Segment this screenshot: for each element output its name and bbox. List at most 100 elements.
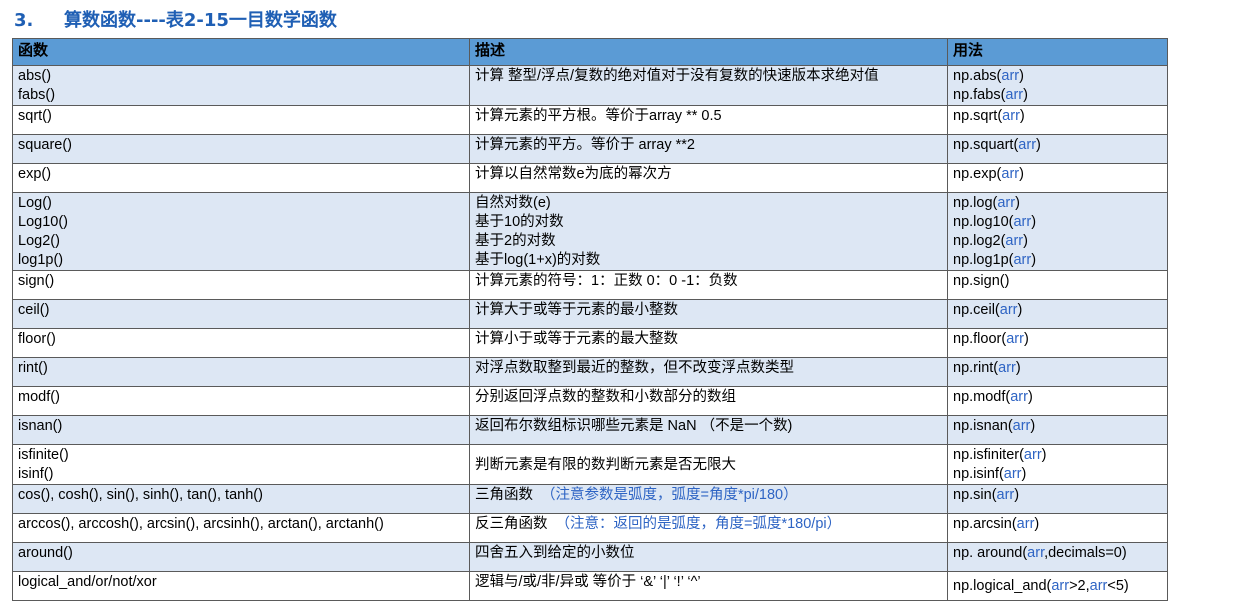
usage-argument: arr (1051, 578, 1070, 594)
description-text: 计算大于或等于元素的最小整数 (475, 302, 678, 318)
usage-argument: arr (1023, 447, 1042, 463)
table-row: modf() 分别返回浮点数的整数和小数部分的数组 np.modf(arr) (12, 386, 1168, 416)
section-title: 算数函数----表2-15一目数学函数 (64, 10, 337, 31)
usage-argument: arr (1001, 68, 1020, 84)
table-row: rint() 对浮点数取整到最近的整数，但不改变浮点数类型 np.rint(arr) (12, 357, 1168, 387)
usage-suffix: ,decimals=0) (1044, 545, 1127, 561)
function-name: fabs() (18, 87, 56, 103)
usage-cell: np.floor(arr) (947, 328, 1168, 358)
usage-suffix: ) (1031, 252, 1037, 268)
usage-suffix: ) (1023, 331, 1029, 347)
usage-prefix: np.isinf( (953, 466, 1004, 482)
usage-suffix: ) (1034, 516, 1040, 532)
usage-code: np.sin(arr) (953, 486, 1162, 505)
function-name: abs() (18, 68, 52, 84)
usage-prefix: np.arcsin( (953, 516, 1017, 532)
description-text: 三角函数 (475, 487, 533, 503)
math-functions-table: 函数 描述 用法 abs() fabs() 计算 整型/浮点/复数的绝对值对于没有复… (12, 38, 1168, 601)
usage-suffix: ) (1019, 68, 1024, 84)
usage-cell: np.sign() (947, 270, 1168, 300)
usage-argument: arr (996, 487, 1015, 503)
table-row: around() 四舍五入到给定的小数位 np. around(arr,decima… (12, 542, 1168, 572)
function-name: isfinite() (18, 447, 69, 463)
description-cell: 计算 整型/浮点/复数的绝对值对于没有复数的快速版本求绝对值 (469, 65, 948, 106)
usage-suffix: ) (1041, 447, 1047, 463)
usage-code: np.logical_and(arr>2, (953, 578, 1090, 594)
function-name: arccos(), arccosh(), arcsin(), arcsinh()… (18, 516, 384, 532)
description-text: 基于10的对数 (475, 214, 564, 230)
usage-code: np.log(arr) (953, 194, 1162, 213)
description-cell: 计算元素的符号：1：正数 0：0 -1：负数 (469, 270, 948, 300)
usage-suffix: ) (1031, 214, 1037, 230)
description-text: 逻辑与/或/非/异或 等价于 ‘&’ ‘|’ ‘!’ ‘^’ (475, 574, 701, 590)
function-name: Log2() (18, 233, 60, 249)
usage-argument: arr (1027, 545, 1045, 561)
table-row: sqrt() 计算元素的平方根。等价于array ** 0.5 np.sqrt(ar… (12, 105, 1168, 135)
description-cell: 计算以自然常数e为底的幂次方 (469, 163, 948, 193)
usage-argument: arr (1012, 418, 1031, 434)
usage-code: np.log2(arr) (953, 232, 1162, 251)
usage-cell: np.abs(arr) np.fabs(arr) (947, 65, 1168, 106)
description-text: 判断元素是有限的数判断元素是否无限大 (475, 456, 736, 473)
function-cell: isnan() (12, 415, 470, 445)
usage-suffix: ) (1036, 137, 1041, 153)
usage-prefix: np.sqrt( (953, 108, 1003, 124)
usage-suffix: ) (1023, 87, 1028, 103)
usage-cell: np.isnan(arr) (947, 415, 1168, 445)
column-header-description: 描述 (469, 38, 948, 66)
usage-code: np.floor(arr) (953, 330, 1162, 349)
description-cell: 返回布尔数组标识哪些元素是 NaN （不是一个数) (469, 415, 948, 445)
description-text: 反三角函数 (475, 516, 548, 532)
description-cell: 四舍五入到给定的小数位 (469, 542, 948, 572)
usage-prefix: np.log2( (953, 233, 1006, 249)
usage-argument: arr (1005, 233, 1024, 249)
function-name: isinf() (18, 466, 54, 482)
usage-suffix: ) (1021, 466, 1027, 482)
table-row: isfinite() isinf() 判断元素是有限的数判断元素是否无限大 np.is… (12, 444, 1168, 485)
usage-argument: arr (1006, 331, 1024, 347)
usage-prefix: np.isfiniter( (953, 447, 1024, 463)
description-cell: 计算小于或等于元素的最大整数 (469, 328, 948, 358)
usage-cell: np.rint(arr) (947, 357, 1168, 387)
description-cell: 对浮点数取整到最近的整数，但不改变浮点数类型 (469, 357, 948, 387)
usage-argument: arr (1001, 166, 1020, 182)
function-cell: rint() (12, 357, 470, 387)
usage-prefix: np.isnan( (953, 418, 1013, 434)
function-cell: modf() (12, 386, 470, 416)
function-name: rint() (18, 360, 48, 376)
usage-prefix: np.log1p( (953, 252, 1014, 268)
table-row: exp() 计算以自然常数e为底的幂次方 np.exp(arr) (12, 163, 1168, 193)
usage-argument: arr (1013, 252, 1032, 268)
description-text: 对浮点数取整到最近的整数，但不改变浮点数类型 (475, 360, 794, 376)
function-name: exp() (18, 166, 52, 182)
description-text: 计算 整型/浮点/复数的绝对值对于没有复数的快速版本求绝对值 (475, 68, 879, 84)
table-row: logical_and/or/not/xor 逻辑与/或/非/异或 等价于 ‘&’… (12, 571, 1168, 601)
function-name: sqrt() (18, 108, 52, 124)
table-row: arccos(), arccosh(), arcsin(), arcsinh()… (12, 513, 1168, 543)
usage-code: np.log1p(arr) (953, 251, 1162, 270)
table-header-row: 函数 描述 用法 (12, 38, 1168, 66)
usage-cell: np. around(arr,decimals=0) (947, 542, 1168, 572)
usage-cell: np.sqrt(arr) (947, 105, 1168, 135)
description-cell: 三角函数 （注意参数是弧度，弧度=角度*pi/180） (469, 484, 948, 514)
usage-prefix: np.logical_and( (953, 578, 1052, 594)
usage-argument: arr (999, 302, 1018, 318)
usage-code: arr<5) (1090, 578, 1129, 594)
column-header-usage: 用法 (947, 38, 1168, 66)
usage-code: np.isnan(arr) (953, 417, 1162, 436)
description-note: （注意：返回的是弧度，角度=弧度*180/pi） (555, 516, 842, 532)
column-header-function: 函数 (12, 38, 470, 66)
usage-code: np.ceil(arr) (953, 301, 1162, 320)
function-name: ceil() (18, 302, 50, 318)
usage-prefix: np.sin( (953, 487, 997, 503)
function-name: log1p() (18, 252, 64, 268)
function-name: square() (18, 137, 72, 153)
usage-argument: arr (1005, 87, 1024, 103)
function-name: Log() (18, 195, 52, 211)
description-cell: 分别返回浮点数的整数和小数部分的数组 (469, 386, 948, 416)
function-name: modf() (18, 389, 60, 405)
usage-prefix: np.rint( (953, 360, 999, 376)
usage-prefix: np.log( (953, 195, 998, 211)
usage-prefix: np.log10( (953, 214, 1014, 230)
table-row: cos(), cosh(), sin(), sinh(), tan(), tan… (12, 484, 1168, 514)
